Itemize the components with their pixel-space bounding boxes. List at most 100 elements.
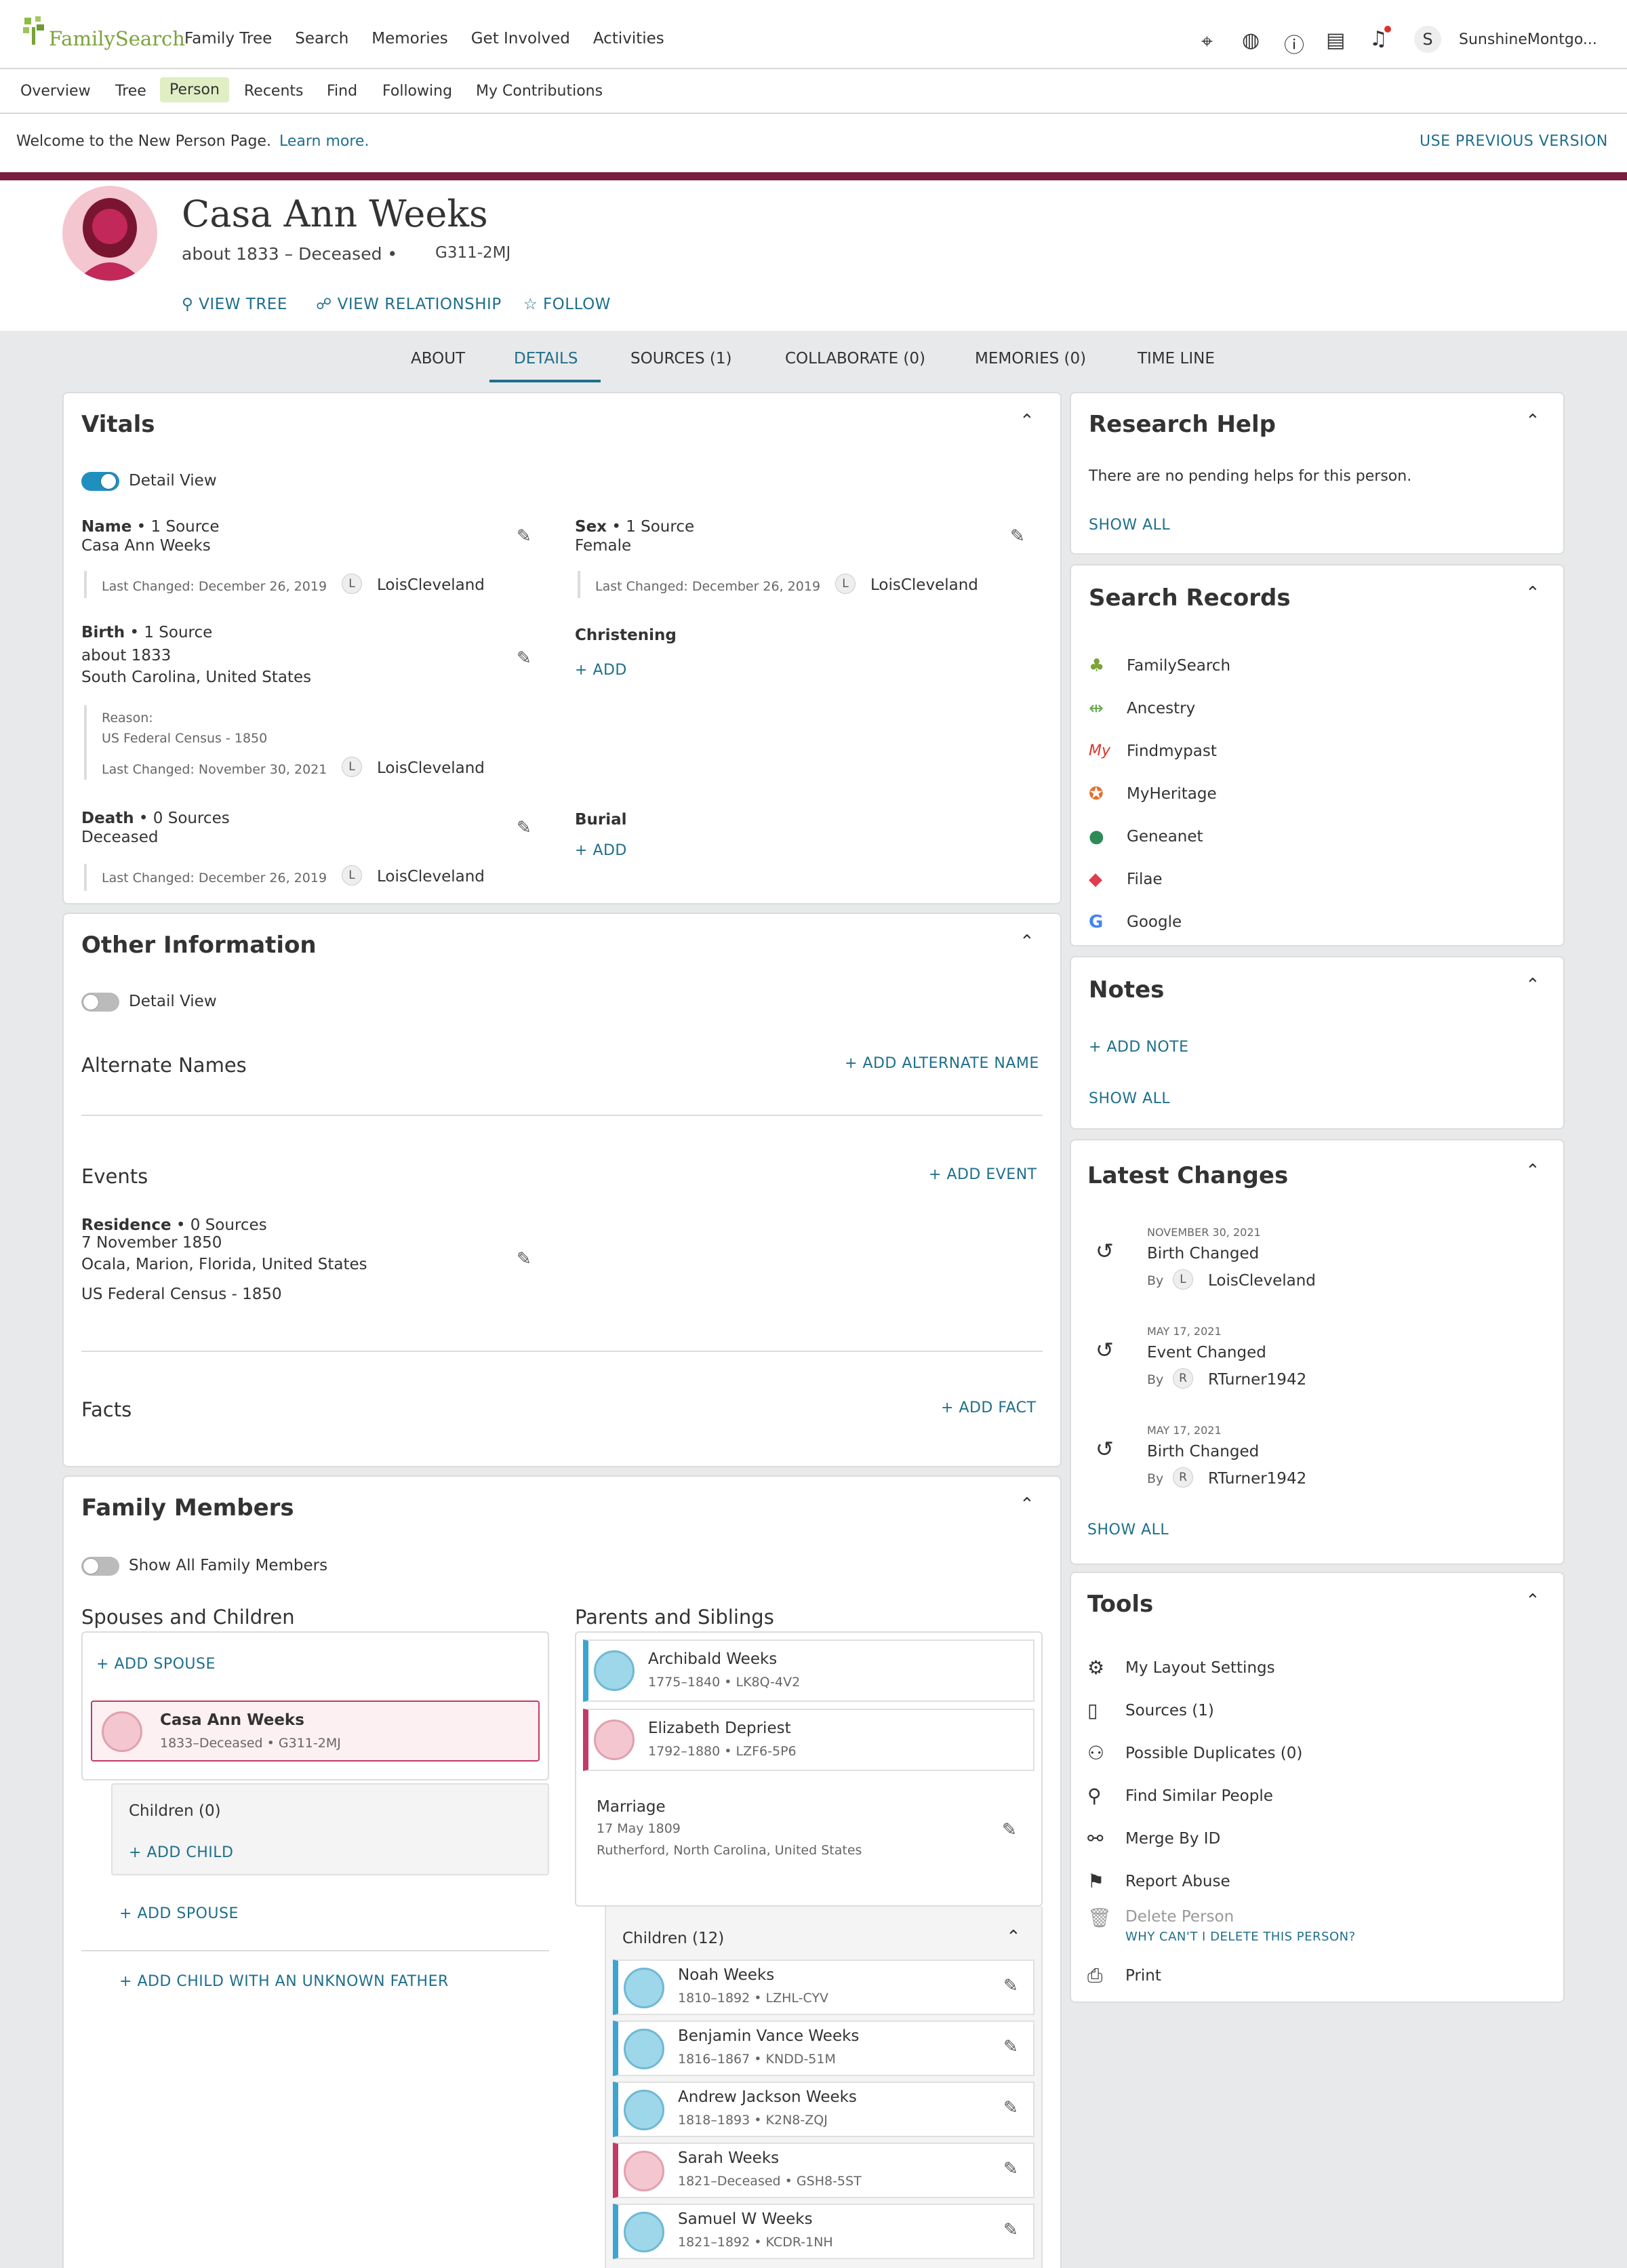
- sibling-row[interactable]: Samuel W Weeks 1821–1892 • KCDR-1NH ✎: [613, 2204, 1035, 2259]
- edit-birth-pencil-icon[interactable]: ✎: [517, 648, 531, 669]
- tab-time-line[interactable]: TIME LINE: [1138, 350, 1215, 367]
- add-event-button[interactable]: + ADD EVENT: [929, 1166, 1037, 1183]
- add-spouse-button-2[interactable]: + ADD SPOUSE: [119, 1905, 239, 1922]
- sibling-row[interactable]: Sarah Weeks 1821–Deceased • GSH8-5ST ✎: [613, 2143, 1035, 2198]
- collapse-chevron-icon[interactable]: ⌃: [1525, 411, 1540, 431]
- tool-find-similar-people[interactable]: ⚲ Find Similar People: [1087, 1774, 1535, 1817]
- notifications-bell-icon[interactable]: ♫: [1369, 26, 1391, 51]
- subnav-recents[interactable]: Recents: [244, 83, 304, 100]
- nav-memories[interactable]: Memories: [371, 30, 447, 47]
- person-id[interactable]: G311-2MJ: [435, 244, 510, 262]
- collapse-chevron-icon[interactable]: ⌃: [1525, 975, 1540, 995]
- contributor-link[interactable]: LoisCleveland: [377, 576, 485, 594]
- record-link-ancestry[interactable]: ⇹ Ancestry: [1089, 687, 1536, 730]
- tool-my-layout-settings[interactable]: ⚙ My Layout Settings: [1087, 1646, 1535, 1689]
- tool-merge-by-id[interactable]: ⚯ Merge By ID: [1087, 1817, 1535, 1860]
- record-link-myheritage[interactable]: ✪ MyHeritage: [1089, 772, 1536, 815]
- nav-family-tree[interactable]: Family Tree: [184, 30, 272, 47]
- familysearch-tree-logo-icon[interactable]: [22, 15, 46, 46]
- record-link-familysearch[interactable]: ♣ FamilySearch: [1089, 644, 1536, 687]
- contributor-link[interactable]: RTurner1942: [1208, 1371, 1306, 1389]
- add-child-button[interactable]: + ADD CHILD: [129, 1844, 233, 1861]
- subnav-person[interactable]: Person: [160, 77, 229, 102]
- detail-view-toggle[interactable]: [81, 993, 119, 1012]
- edit-marriage-pencil-icon[interactable]: ✎: [1002, 1820, 1017, 1840]
- contributor-link[interactable]: LoisCleveland: [377, 868, 485, 886]
- nav-get-involved[interactable]: Get Involved: [471, 30, 570, 47]
- add-alternate-name-button[interactable]: + ADD ALTERNATE NAME: [845, 1055, 1039, 1072]
- edit-residence-pencil-icon[interactable]: ✎: [517, 1249, 531, 1269]
- map-pin-icon[interactable]: ⌖: [1201, 30, 1213, 54]
- sibling-row[interactable]: Andrew Jackson Weeks 1818–1893 • K2N8-ZQ…: [613, 2082, 1035, 2137]
- show-all-notes-button[interactable]: SHOW ALL: [1089, 1090, 1170, 1107]
- change-description[interactable]: Birth Changed: [1147, 1245, 1259, 1262]
- edit-pencil-icon[interactable]: ✎: [1003, 2220, 1018, 2240]
- collapse-chevron-icon[interactable]: ⌃: [1020, 411, 1035, 431]
- tool-sources[interactable]: ▯ Sources (1): [1087, 1689, 1535, 1732]
- edit-name-pencil-icon[interactable]: ✎: [517, 526, 531, 546]
- messages-icon[interactable]: ▤: [1326, 28, 1345, 52]
- tab-sources[interactable]: SOURCES (1): [630, 350, 731, 367]
- edit-sex-pencil-icon[interactable]: ✎: [1010, 526, 1025, 546]
- show-all-changes-button[interactable]: SHOW ALL: [1087, 1521, 1169, 1538]
- collapse-chevron-icon[interactable]: ⌃: [1020, 932, 1035, 952]
- contributor-link[interactable]: RTurner1942: [1208, 1470, 1306, 1488]
- globe-icon[interactable]: ◍: [1242, 28, 1260, 52]
- edit-pencil-icon[interactable]: ✎: [1003, 2037, 1018, 2057]
- collapse-chevron-icon[interactable]: ⌃: [1020, 1494, 1035, 1515]
- contributor-link[interactable]: LoisCleveland: [377, 759, 485, 777]
- tool-possible-duplicates[interactable]: ⚇ Possible Duplicates (0): [1087, 1732, 1535, 1774]
- nav-search[interactable]: Search: [295, 30, 348, 47]
- contributor-link[interactable]: LoisCleveland: [1208, 1272, 1316, 1290]
- why-cant-delete-link[interactable]: WHY CAN'T I DELETE THIS PERSON?: [1125, 1930, 1356, 1944]
- collapse-chevron-icon[interactable]: ⌃: [1525, 583, 1540, 603]
- edit-pencil-icon[interactable]: ✎: [1003, 1976, 1018, 1996]
- add-fact-button[interactable]: + ADD FACT: [941, 1399, 1036, 1416]
- brand-name[interactable]: FamilySearch: [49, 27, 185, 50]
- tab-collaborate[interactable]: COLLABORATE (0): [785, 350, 925, 367]
- help-icon[interactable]: ⓘ: [1284, 28, 1304, 58]
- edit-death-pencil-icon[interactable]: ✎: [517, 818, 531, 838]
- self-person-card[interactable]: Casa Ann Weeks 1833–Deceased • G311-2MJ: [91, 1700, 540, 1762]
- residence-sources[interactable]: • 0 Sources: [176, 1216, 267, 1234]
- nav-activities[interactable]: Activities: [593, 30, 664, 47]
- sibling-row[interactable]: Noah Weeks 1810–1892 • LZHL-CYV ✎: [613, 1959, 1035, 2015]
- use-previous-version-link[interactable]: USE PREVIOUS VERSION: [1420, 133, 1608, 150]
- user-name[interactable]: SunshineMontgo...: [1459, 31, 1597, 48]
- contributor-link[interactable]: LoisCleveland: [870, 576, 978, 594]
- show-all-research-button[interactable]: SHOW ALL: [1089, 517, 1170, 534]
- subnav-find[interactable]: Find: [327, 83, 357, 100]
- view-relationship-button[interactable]: ☍ VIEW RELATIONSHIP: [316, 296, 502, 313]
- add-burial-button[interactable]: + ADD: [575, 842, 627, 859]
- change-description[interactable]: Event Changed: [1147, 1344, 1266, 1361]
- sibling-row[interactable]: Benjamin Vance Weeks 1816–1867 • KNDD-51…: [613, 2021, 1035, 2076]
- view-tree-button[interactable]: ⚲ VIEW TREE: [182, 296, 287, 313]
- add-spouse-button[interactable]: + ADD SPOUSE: [96, 1656, 216, 1673]
- tab-details[interactable]: DETAILS: [514, 350, 578, 367]
- collapse-chevron-icon[interactable]: ⌃: [1006, 1927, 1021, 1947]
- record-link-google[interactable]: G Google: [1089, 900, 1536, 943]
- tool-print[interactable]: ⎙ Print: [1087, 1962, 1535, 1989]
- sex-sources[interactable]: • 1 Source: [611, 518, 694, 536]
- edit-pencil-icon[interactable]: ✎: [1003, 2159, 1018, 2179]
- detail-view-toggle[interactable]: [81, 472, 119, 491]
- collapse-chevron-icon[interactable]: ⌃: [1525, 1591, 1540, 1611]
- follow-button[interactable]: ☆ FOLLOW: [523, 296, 611, 313]
- tab-memories[interactable]: MEMORIES (0): [975, 350, 1086, 367]
- subnav-my-contributions[interactable]: My Contributions: [476, 83, 603, 100]
- subnav-following[interactable]: Following: [382, 83, 452, 100]
- learn-more-link[interactable]: Learn more.: [279, 133, 369, 150]
- edit-pencil-icon[interactable]: ✎: [1003, 2098, 1018, 2118]
- tab-about[interactable]: ABOUT: [411, 350, 465, 367]
- add-note-button[interactable]: + ADD NOTE: [1089, 1039, 1188, 1056]
- record-link-geneanet[interactable]: ● Geneanet: [1089, 815, 1536, 858]
- user-avatar[interactable]: S: [1414, 26, 1441, 53]
- add-child-unknown-father-button[interactable]: + ADD CHILD WITH AN UNKNOWN FATHER: [119, 1973, 449, 1990]
- show-all-family-toggle[interactable]: [81, 1557, 119, 1576]
- change-description[interactable]: Birth Changed: [1147, 1443, 1259, 1460]
- record-link-findmypast[interactable]: My Findmypast: [1089, 730, 1536, 772]
- mother-person-card[interactable]: Elizabeth Depriest 1792–1880 • LZF6-5P6: [583, 1709, 1035, 1771]
- tool-report-abuse[interactable]: ⚑ Report Abuse: [1087, 1860, 1535, 1903]
- collapse-chevron-icon[interactable]: ⌃: [1525, 1161, 1540, 1181]
- name-sources[interactable]: • 1 Source: [137, 518, 220, 536]
